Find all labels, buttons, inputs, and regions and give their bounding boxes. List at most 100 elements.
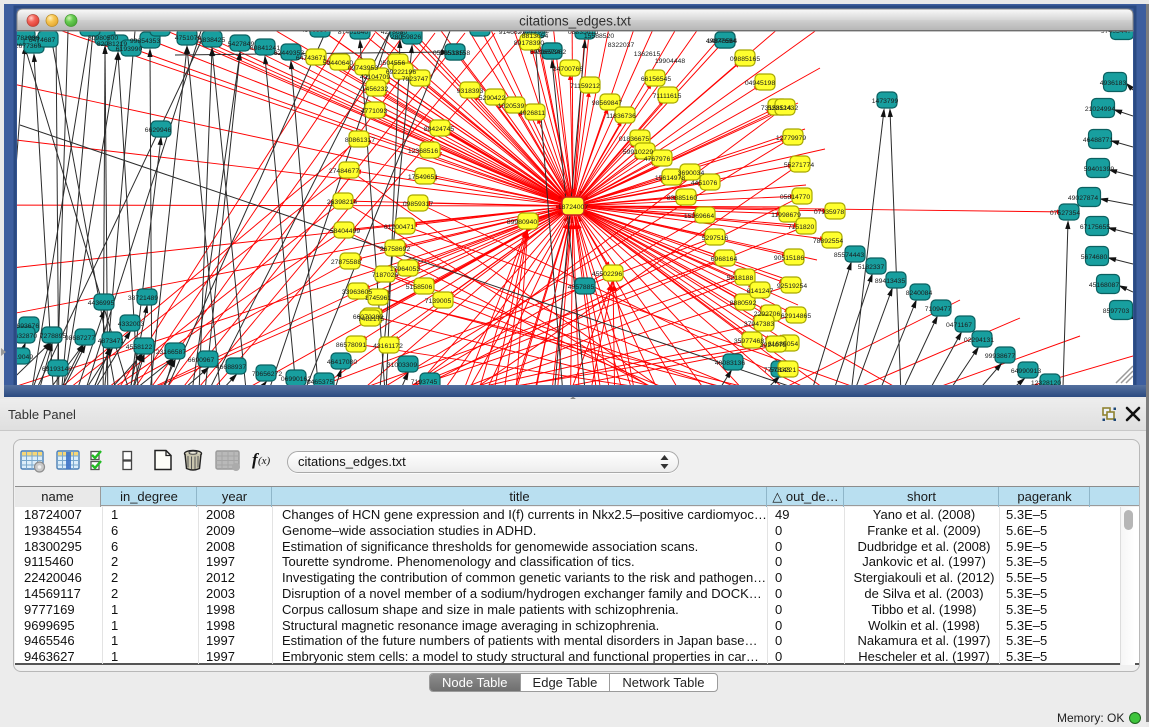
svg-text:4026811: 4026811: [519, 110, 545, 117]
svg-text:8322037: 8322037: [608, 42, 635, 49]
svg-text:6629946: 6629946: [145, 127, 172, 134]
svg-text:7109477: 7109477: [925, 306, 952, 313]
svg-text:0471167: 0471167: [946, 322, 972, 329]
svg-text:6193990: 6193990: [116, 46, 143, 53]
svg-text:89980940: 89980940: [507, 219, 537, 226]
svg-text:04945198: 04945198: [745, 80, 775, 87]
svg-text:63193149: 63193149: [42, 366, 72, 373]
svg-text:1456232: 1456232: [362, 86, 389, 93]
svg-text:66156545: 66156545: [641, 76, 671, 83]
svg-text:85574443: 85574443: [834, 252, 864, 259]
svg-text:7923747: 7923747: [402, 76, 429, 83]
svg-text:12779979: 12779979: [776, 135, 806, 142]
svg-text:09859317: 09859317: [403, 201, 433, 208]
svg-text:5297516: 5297516: [702, 235, 729, 242]
svg-text:11836736: 11836736: [606, 113, 636, 120]
svg-text:86578091: 86578091: [336, 342, 366, 349]
svg-text:5674680: 5674680: [1081, 254, 1108, 261]
svg-text:89413435: 89413435: [875, 278, 905, 285]
svg-text:05865185: 05865185: [433, 50, 463, 57]
svg-text:98687277: 98687277: [65, 335, 95, 342]
svg-text:31003309: 31003309: [387, 362, 417, 369]
svg-text:46688937: 46688937: [216, 364, 246, 371]
svg-text:4558122: 4558122: [126, 344, 153, 351]
svg-text:4936183: 4936183: [1100, 80, 1127, 87]
svg-text:09743953: 09743953: [348, 65, 378, 72]
svg-text:11998679: 11998679: [771, 212, 801, 219]
svg-text:5182337: 5182337: [858, 264, 885, 271]
svg-text:78892554: 78892554: [813, 238, 843, 245]
svg-text:27875588: 27875588: [331, 259, 361, 266]
svg-text:6474687: 6474687: [29, 37, 56, 44]
svg-text:59910229: 59910229: [623, 149, 653, 156]
svg-text:49877694: 49877694: [706, 38, 736, 45]
svg-text:8141247: 8141247: [747, 288, 774, 295]
svg-text:19904448: 19904448: [655, 58, 685, 65]
svg-text:6968164: 6968164: [711, 256, 738, 263]
svg-text:88424745: 88424745: [424, 126, 454, 133]
svg-text:71111615: 71111615: [653, 93, 682, 100]
svg-text:4873471: 4873471: [98, 338, 125, 345]
svg-text:09885165: 09885165: [730, 56, 760, 63]
svg-text:1362615: 1362615: [634, 51, 661, 58]
svg-text:3924075: 3924075: [760, 342, 787, 349]
svg-text:45168087: 45168087: [1089, 282, 1119, 289]
svg-text:5218188: 5218188: [727, 275, 754, 282]
svg-text:80861317: 80861317: [345, 137, 375, 144]
svg-text:70656272: 70656272: [252, 371, 282, 378]
svg-text:(x): (x): [258, 455, 271, 467]
svg-text:4771093: 4771093: [361, 108, 388, 115]
svg-text:99854353: 99854353: [130, 38, 160, 45]
svg-text:43161172: 43161172: [373, 343, 403, 350]
svg-text:61200471: 61200471: [384, 224, 414, 231]
svg-text:62914865: 62914865: [781, 313, 811, 320]
svg-text:27484677: 27484677: [329, 168, 359, 175]
svg-text:1745961: 1745961: [365, 295, 392, 302]
svg-text:07527354: 07527354: [1050, 210, 1080, 217]
svg-text:28059826: 28059826: [391, 34, 421, 41]
svg-text:1473799: 1473799: [872, 98, 899, 105]
svg-text:71159212: 71159212: [570, 83, 600, 90]
svg-text:17964053: 17964053: [390, 266, 420, 273]
svg-text:7193745: 7193745: [411, 379, 438, 386]
svg-text:64743671: 64743671: [296, 55, 326, 62]
svg-text:90515186: 90515186: [774, 255, 804, 262]
svg-text:46488771: 46488771: [1083, 137, 1113, 144]
svg-text:64990913: 64990913: [1011, 368, 1041, 375]
svg-text:15588520: 15588520: [584, 33, 614, 40]
svg-text:58404499: 58404499: [330, 228, 360, 235]
svg-text:7482175: 7482175: [358, 316, 385, 323]
svg-text:4451076: 4451076: [691, 180, 718, 187]
svg-text:4436995: 4436995: [88, 300, 115, 307]
svg-text:23166587: 23166587: [156, 349, 186, 356]
svg-text:02294131: 02294131: [964, 337, 994, 344]
svg-text:99938677: 99938677: [985, 353, 1015, 360]
svg-text:67175655: 67175655: [1080, 224, 1110, 231]
svg-text:9318393: 9318393: [457, 88, 484, 95]
svg-text:7139005: 7139005: [425, 298, 452, 305]
svg-text:52312432: 52312432: [768, 105, 798, 112]
svg-text:21024994: 21024994: [1085, 106, 1115, 113]
svg-text:49027874: 49027874: [1068, 195, 1098, 202]
svg-text:46417080: 46417080: [327, 359, 357, 366]
svg-text:48083136: 48083136: [715, 360, 745, 367]
svg-text:89178390: 89178390: [514, 40, 544, 47]
svg-text:1020539: 1020539: [498, 103, 525, 110]
svg-text:5733221: 5733221: [770, 367, 797, 374]
svg-text:45502296: 45502296: [592, 271, 622, 278]
svg-text:07935978: 07935978: [814, 209, 844, 216]
svg-text:0465375: 0465375: [307, 379, 334, 386]
svg-text:4751079: 4751079: [175, 35, 202, 42]
svg-text:69222196: 69222196: [386, 69, 416, 76]
svg-text:26758692: 26758692: [380, 246, 410, 253]
svg-text:4767976: 4767976: [644, 156, 671, 163]
svg-text:7187026: 7187026: [372, 272, 399, 279]
svg-text:6690967: 6690967: [188, 357, 215, 364]
svg-text:17549651: 17549651: [408, 174, 438, 181]
svg-text:0504556: 0504556: [379, 60, 406, 67]
svg-text:38721489: 38721489: [128, 295, 158, 302]
svg-text:84700766: 84700766: [553, 66, 583, 73]
svg-text:8880592: 8880592: [730, 300, 757, 307]
svg-text:2292706: 2292706: [754, 311, 781, 318]
svg-text:42104709: 42104709: [360, 74, 390, 81]
